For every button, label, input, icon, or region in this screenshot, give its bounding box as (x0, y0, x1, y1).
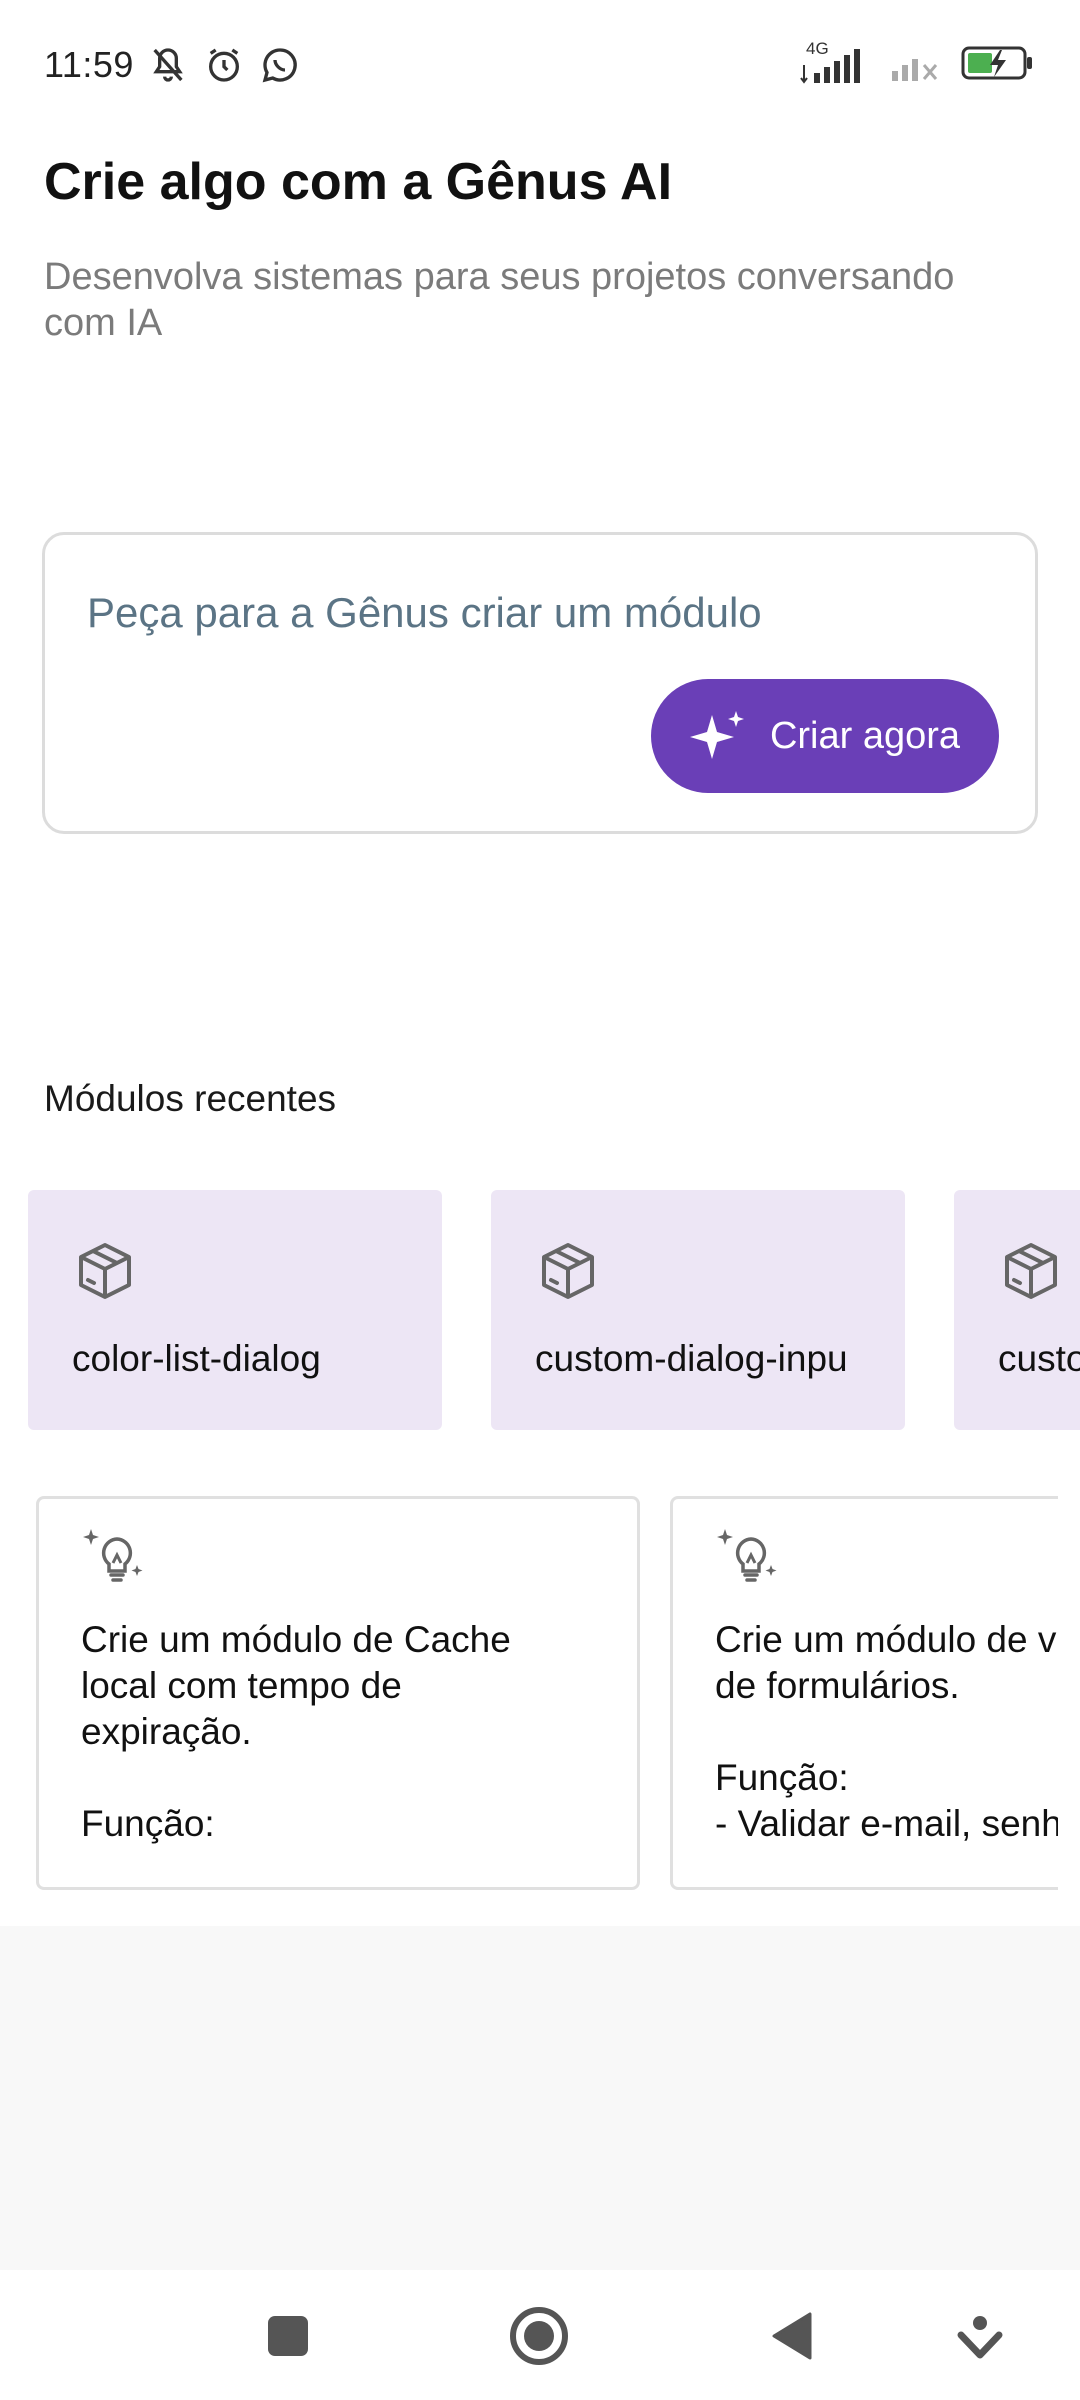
suggestion-card[interactable]: Crie um módulo de v de formulários. Funç… (670, 1496, 1058, 1890)
module-card[interactable]: custo (954, 1190, 1080, 1430)
screen: 11:59 4G Crie algo com a Gênus AI Desenv… (0, 0, 1080, 2400)
suggestion-card[interactable]: Crie um módulo de Cache local com tempo … (36, 1496, 640, 1890)
package-icon (1000, 1240, 1062, 1302)
package-icon (537, 1240, 599, 1302)
recent-modules-heading: Módulos recentes (44, 1078, 337, 1119)
assistant-down-icon[interactable] (940, 2296, 1020, 2376)
suggestions-list[interactable]: Crie um módulo de Cache local com tempo … (36, 1496, 1058, 1892)
whatsapp-icon (258, 43, 302, 87)
alarm-icon (202, 43, 246, 87)
create-now-label: Criar agora (769, 714, 961, 757)
page-subtitle: Desenvolva sistemas para seus projetos c… (44, 256, 955, 344)
module-name: custo (998, 1338, 1080, 1379)
status-bar: 11:59 4G (0, 0, 1080, 130)
system-nav-bar (0, 2270, 1080, 2400)
create-now-button[interactable]: Criar agora (651, 679, 999, 793)
status-right: 4G (800, 39, 1036, 90)
recents-square-icon[interactable] (248, 2296, 328, 2376)
mute-icon (146, 43, 190, 87)
home-circle-icon[interactable] (499, 2296, 579, 2376)
lightbulb-sparkle-icon (713, 1525, 781, 1593)
lightbulb-sparkle-icon (79, 1525, 147, 1593)
package-icon (74, 1240, 136, 1302)
battery-charging-icon (960, 43, 1036, 88)
suggestion-text: Crie um módulo de Cache local com tempo … (81, 1619, 511, 1844)
recent-modules-list[interactable]: color-list-dialog custom-dialog-inpu cus… (28, 1190, 1080, 1430)
module-card[interactable]: custom-dialog-inpu (491, 1190, 905, 1430)
status-time: 11:59 (44, 44, 134, 85)
prompt-card: Criar agora (42, 532, 1038, 834)
status-left: 11:59 (44, 43, 302, 87)
module-name: color-list-dialog (72, 1338, 321, 1379)
module-card[interactable]: color-list-dialog (28, 1190, 442, 1430)
bottom-area (0, 1926, 1080, 2270)
suggestion-text: Crie um módulo de v de formulários. Funç… (715, 1619, 1058, 1844)
module-name: custom-dialog-inpu (535, 1338, 848, 1379)
back-triangle-icon[interactable] (752, 2296, 832, 2376)
sparkle-icon (689, 707, 748, 765)
page-title: Crie algo com a Gênus AI (44, 153, 673, 211)
signal-no-sim-icon (888, 41, 942, 90)
signal-icon: 4G (800, 39, 870, 87)
prompt-input[interactable] (87, 583, 987, 643)
